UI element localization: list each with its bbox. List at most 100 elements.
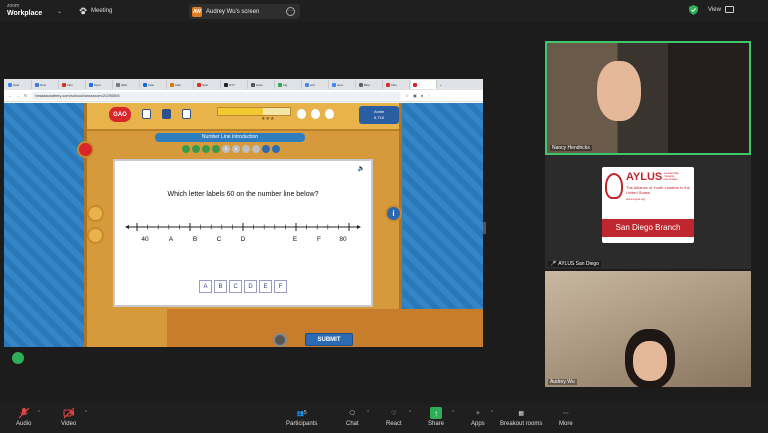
- audio-caret-icon[interactable]: ⌃: [37, 410, 41, 416]
- problem-dot[interactable]: 6: [232, 145, 240, 153]
- screen-share-pill[interactable]: AW Audrey Wu's screen ···: [189, 4, 300, 19]
- back-game-button[interactable]: [77, 141, 94, 158]
- meeting-button[interactable]: Meeting: [79, 7, 112, 15]
- video-button[interactable]: Video: [61, 407, 76, 427]
- problem-dot[interactable]: [252, 145, 260, 153]
- number-line-label: A: [169, 236, 174, 243]
- browser-tab[interactable]: Sear: [6, 80, 32, 89]
- share-caret-icon[interactable]: ⌃: [451, 410, 455, 416]
- more-label: More: [559, 421, 573, 427]
- browser-tab[interactable]: New: [33, 80, 59, 89]
- heart-icon: ♡: [391, 410, 397, 417]
- more-button[interactable]: ⋯ More: [559, 407, 573, 428]
- chevron-down-icon[interactable]: ⌄: [57, 8, 62, 15]
- address-bar: ← → ↻ beastacademy.com/school/classroom/…: [4, 90, 483, 102]
- participant-name-tag: Nancy Hendricks: [550, 145, 592, 151]
- speaker-icon[interactable]: 🔈: [358, 165, 365, 172]
- browser-tab[interactable]: Inbo: [384, 80, 410, 89]
- help-icon[interactable]: [311, 109, 320, 119]
- problem-dot[interactable]: [212, 145, 220, 153]
- problem-dot[interactable]: [192, 145, 200, 153]
- browser-tab[interactable]: NYT: [222, 80, 248, 89]
- browser-tab[interactable]: Spel: [195, 80, 221, 89]
- tab-favicon-icon: [197, 82, 201, 87]
- brand-main: Workplace: [7, 10, 43, 17]
- annotate-pen-icon[interactable]: [12, 352, 24, 364]
- forward-icon[interactable]: →: [16, 93, 20, 98]
- star-icon[interactable]: ☆: [405, 93, 409, 98]
- problem-dot[interactable]: 5: [222, 145, 230, 153]
- breakout-rooms-button[interactable]: ▦ Breakout rooms: [500, 407, 542, 428]
- eraser-icon[interactable]: [87, 227, 104, 244]
- more-options-icon[interactable]: ···: [286, 7, 295, 16]
- pencil-icon[interactable]: [87, 205, 104, 222]
- answer-choice[interactable]: E: [259, 280, 272, 293]
- info-button[interactable]: i: [385, 205, 402, 222]
- answer-choice[interactable]: B: [214, 280, 227, 293]
- url-field[interactable]: beastacademy.com/school/classroom/2/2/80…: [31, 91, 402, 100]
- browser-tab[interactable]: Bloo: [357, 80, 383, 89]
- shield-check-icon[interactable]: [689, 5, 698, 15]
- home-icon[interactable]: [142, 109, 151, 119]
- menu-icon[interactable]: ⋮: [427, 93, 431, 98]
- browser-tab[interactable]: Clas: [141, 80, 167, 89]
- aylus-title: AYLUS: [626, 171, 663, 183]
- problem-dot[interactable]: [272, 145, 280, 153]
- grid-view-icon: [724, 6, 734, 13]
- apps-button[interactable]: ✧ Apps: [471, 407, 485, 428]
- answer-choice[interactable]: D: [244, 280, 257, 293]
- browser-tab[interactable]: SEU: [114, 80, 140, 89]
- problem-dot[interactable]: [262, 145, 270, 153]
- answer-choice[interactable]: A: [199, 280, 212, 293]
- settings-icon[interactable]: [325, 109, 334, 119]
- participants-button[interactable]: 👥 5 Participants: [286, 407, 317, 427]
- chat-button[interactable]: 🗨 Chat: [346, 407, 359, 428]
- audio-button[interactable]: Audio: [16, 407, 31, 427]
- problem-dot[interactable]: [242, 145, 250, 153]
- problem-dot[interactable]: [182, 145, 190, 153]
- restart-icon[interactable]: [273, 333, 287, 347]
- book-icon[interactable]: [162, 109, 171, 119]
- award-icon[interactable]: [297, 109, 306, 119]
- participant-tile-nancy[interactable]: Nancy Hendricks: [545, 41, 751, 155]
- puzzle-icon[interactable]: [182, 109, 191, 119]
- answer-choice[interactable]: C: [229, 280, 242, 293]
- mic-muted-icon: 🎤: [550, 261, 557, 267]
- back-icon[interactable]: ←: [8, 93, 12, 98]
- submit-button[interactable]: SUBMIT: [305, 333, 353, 346]
- user-badge[interactable]: Annie 5,716: [359, 106, 399, 124]
- share-button[interactable]: ↑ Share: [428, 407, 444, 427]
- reload-icon[interactable]: ↻: [24, 93, 27, 98]
- game-logo[interactable]: GAO: [109, 107, 131, 122]
- participant-face: [597, 61, 641, 121]
- browser-tab[interactable]: Inbo: [60, 80, 86, 89]
- extensions-icon[interactable]: ▣: [413, 93, 417, 98]
- new-tab-button[interactable]: +: [438, 80, 448, 89]
- browser-tab[interactable]: unit: [303, 80, 329, 89]
- browser-tab[interactable]: trig: [276, 80, 302, 89]
- number-line-label: C: [217, 236, 222, 243]
- participant-tile-aylus[interactable]: AYLUS Leadership Integrity Innovation Th…: [545, 155, 751, 269]
- apps-caret-icon[interactable]: ⌃: [490, 410, 494, 416]
- split-handle[interactable]: [483, 222, 486, 234]
- number-line-label: 80: [339, 236, 347, 243]
- browser-tab-active[interactable]: [411, 80, 437, 89]
- problem-dot[interactable]: [202, 145, 210, 153]
- tab-label: trig: [283, 82, 288, 87]
- participant-tile-audrey[interactable]: Audrey Wu: [545, 271, 751, 389]
- react-button[interactable]: ♡ React: [386, 407, 402, 428]
- react-caret-icon[interactable]: ⌃: [408, 410, 412, 416]
- browser-tab[interactable]: Alas: [168, 80, 194, 89]
- browser-tab[interactable]: Spon: [87, 80, 113, 89]
- zoom-brand[interactable]: zoom Workplace: [7, 3, 42, 17]
- video-caret-icon[interactable]: ⌃: [84, 410, 88, 416]
- share-pill-label: Audrey Wu's screen: [206, 8, 260, 15]
- chat-caret-icon[interactable]: ⌃: [366, 410, 370, 416]
- browser-tab[interactable]: seco: [330, 80, 356, 89]
- view-button[interactable]: View: [708, 6, 734, 13]
- profile-icon[interactable]: ●: [421, 93, 423, 98]
- answer-choice[interactable]: F: [274, 280, 287, 293]
- browser-tab[interactable]: Asso: [249, 80, 275, 89]
- shared-screen[interactable]: Sear New Inbo Spon SEU Clas Alas Spel NY…: [4, 79, 483, 347]
- game-header: GAO ★★★ Annie 5,716: [87, 103, 399, 131]
